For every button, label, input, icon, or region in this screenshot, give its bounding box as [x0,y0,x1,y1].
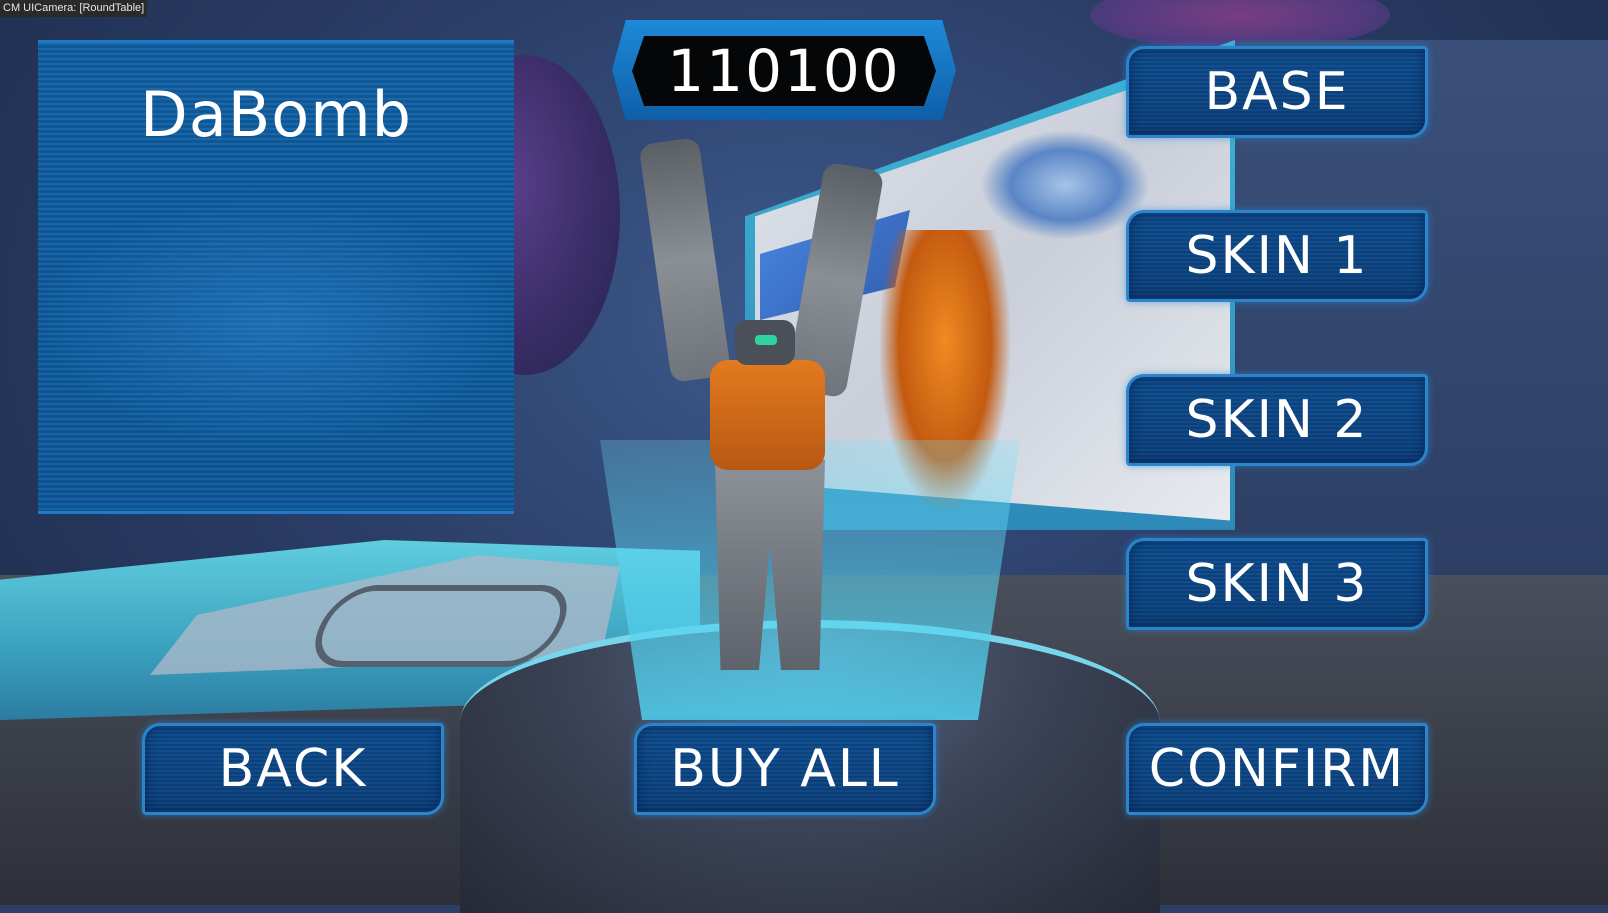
robot-info-panel: DaBomb [38,40,514,514]
robot-model [638,136,885,700]
debug-camera-label: CM UICamera: [RoundTable] [0,0,148,17]
poster-robot-blue [980,130,1150,240]
back-button[interactable]: BACK [142,723,444,815]
robot-visor [755,335,777,345]
confirm-button[interactable]: CONFIRM [1126,723,1428,815]
robot-name-title: DaBomb [140,78,412,151]
robot-torso [710,360,825,470]
robot-legs [715,460,825,670]
currency-value: 110100 [667,37,901,105]
skin-base-button[interactable]: BASE [1126,46,1428,138]
skin-2-button[interactable]: SKIN 2 [1126,374,1428,466]
panel-glow [38,193,514,453]
currency-display: 110100 [632,36,936,106]
buy-all-button[interactable]: BUY ALL [634,723,936,815]
robot-left-arm [638,136,732,384]
skin-1-button[interactable]: SKIN 1 [1126,210,1428,302]
skin-3-button[interactable]: SKIN 3 [1126,538,1428,630]
